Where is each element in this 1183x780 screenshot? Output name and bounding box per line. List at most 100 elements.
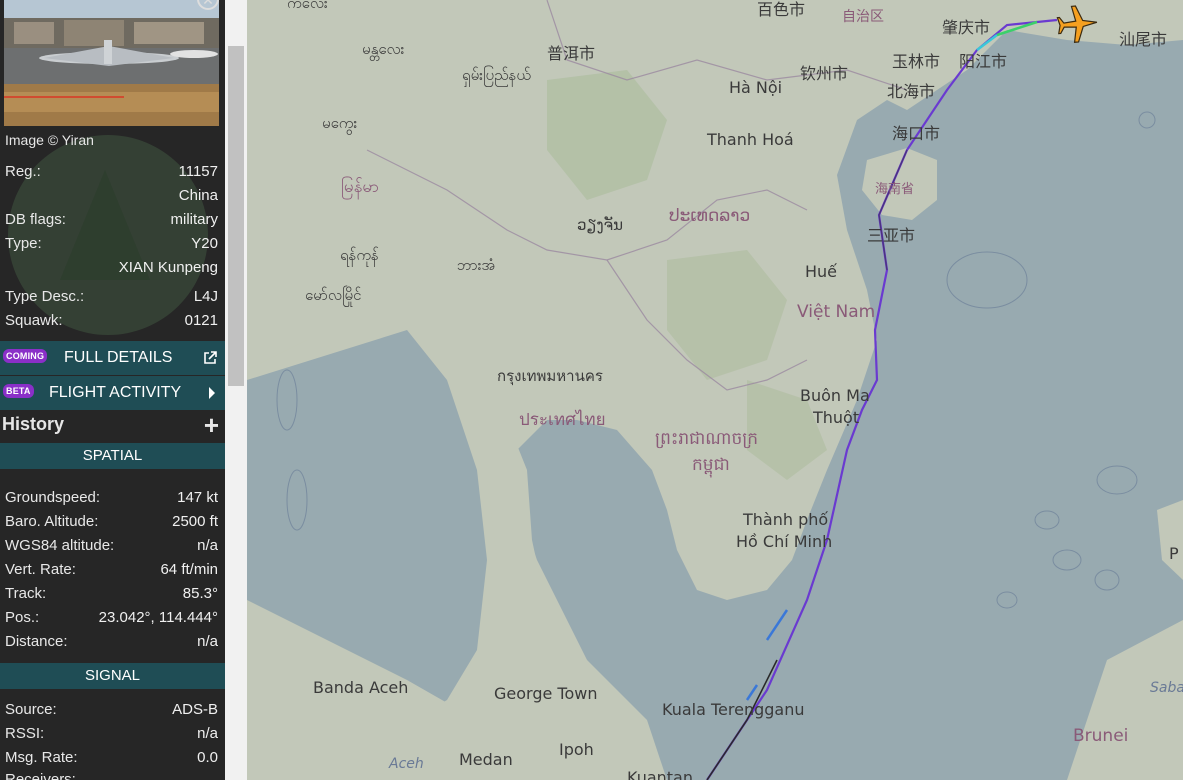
info-row-reg: Reg.: 11157 xyxy=(5,160,218,184)
signal-section-header[interactable]: SIGNAL xyxy=(0,663,225,689)
info-label: Type: xyxy=(5,235,42,252)
map-label-hpa-an: ဘားအံ xyxy=(457,256,496,274)
map-label-cambodia-1: ព្រះរាជាណាចក្រ xyxy=(655,429,759,449)
map-label-thanhhoa: Thanh Hoá xyxy=(707,130,794,149)
expand-plus-icon[interactable]: + xyxy=(204,410,219,441)
spatial-row-track: Track: 85.3° xyxy=(5,582,218,606)
map-label-yangon: ရန်ကုန် xyxy=(340,246,379,264)
info-label: Squawk: xyxy=(5,312,63,329)
map-label-haikou: 海口市 xyxy=(892,124,941,143)
map-label-sanya: 三亚市 xyxy=(867,226,916,245)
map-label-buonmathuot-2: Thuột xyxy=(813,408,860,427)
info-value: L4J xyxy=(193,288,218,305)
map-label-p: P xyxy=(1169,544,1179,563)
info-label: Type Desc.: xyxy=(5,288,85,305)
chevron-right-icon xyxy=(207,376,217,413)
map-label-buonmathuot-1: Buôn Ma xyxy=(800,386,870,405)
spatial-section-header[interactable]: SPATIAL xyxy=(0,443,225,469)
map-label-hcmc-2: Hồ Chí Minh xyxy=(736,532,833,551)
info-value: 0.0 xyxy=(197,749,218,766)
info-value: Y20 xyxy=(191,235,218,252)
info-label: Source: xyxy=(5,701,57,718)
map-label-ipoh: Ipoh xyxy=(559,740,594,759)
info-label: Msg. Rate: xyxy=(5,749,78,766)
map-label-shan: ရှမ်းပြည်နယ် xyxy=(462,66,531,84)
flight-activity-button[interactable]: BETA FLIGHT ACTIVITY xyxy=(0,376,225,410)
map-view[interactable]: 百色市 自治区 肇庆市 汕尾市 普洱市 玉林市 阳江市 钦州市 北海市 Hà N… xyxy=(247,0,1183,780)
map-label-mawlamyine: မော်လမြိုင် xyxy=(305,286,362,304)
flight-activity-label: FLIGHT ACTIVITY xyxy=(49,384,182,401)
info-row-country: China xyxy=(5,184,218,208)
map-canvas xyxy=(247,0,1183,780)
map-label-vientiane: ວຽງຈັນ xyxy=(577,216,623,234)
aircraft-plane-icon[interactable] xyxy=(1055,2,1099,46)
sidebar-scrollbar[interactable] xyxy=(225,0,247,780)
photo-credit: Image © Yiran xyxy=(5,132,94,148)
map-label-yangjiang: 阳江市 xyxy=(959,52,1008,71)
spatial-row-distance: Distance: n/a xyxy=(5,630,218,654)
map-label-myanmar: မြန်မာ xyxy=(341,177,380,197)
map-label-hainan: 海南省 xyxy=(875,182,915,197)
info-label: RSSI: xyxy=(5,725,45,742)
map-label-kuantan: Kuantan xyxy=(627,768,693,780)
info-value: China xyxy=(178,187,218,204)
signal-row-receivers: Receivers: xyxy=(5,768,218,780)
map-label-saba: Saba xyxy=(1150,680,1183,696)
info-row-type: Type: Y20 xyxy=(5,232,218,256)
map-label-brunei: Brunei xyxy=(1073,726,1129,746)
map-label-hue: Huế xyxy=(805,262,838,281)
map-label-kuala-terengganu: Kuala Terengganu xyxy=(662,700,805,719)
map-label-hanoi: Hà Nội xyxy=(729,78,783,97)
info-value: 147 kt xyxy=(177,489,218,506)
map-label-qinzhou: 钦州市 xyxy=(800,64,849,83)
info-label: Distance: xyxy=(5,633,68,650)
info-value: 11157 xyxy=(178,163,219,180)
history-title: History xyxy=(2,414,65,434)
info-value: 0121 xyxy=(184,312,218,329)
info-row-typedesc: Type Desc.: L4J xyxy=(5,285,218,309)
map-label-puer: 普洱市 xyxy=(547,44,596,63)
signal-row-rssi: RSSI: n/a xyxy=(5,722,218,746)
beta-badge: BETA xyxy=(3,384,34,398)
info-value: n/a xyxy=(197,725,218,742)
info-label: Vert. Rate: xyxy=(5,561,76,578)
coming-badge: COMING xyxy=(3,349,48,363)
info-label: Pos.: xyxy=(5,609,40,626)
map-label-shanwei: 汕尾市 xyxy=(1119,30,1168,49)
info-value: 64 ft/min xyxy=(160,561,218,578)
map-label-hcmc-1: Thành phố xyxy=(743,510,829,529)
info-label: DB flags: xyxy=(5,211,66,228)
map-label-laos: ປະເທດລາວ xyxy=(669,206,751,226)
info-row-typename: XIAN Kunpeng xyxy=(5,256,218,280)
map-label-cambodia-2: កម្ពុជា xyxy=(692,455,730,475)
signal-row-source: Source: ADS-B xyxy=(5,698,218,722)
map-label-zizhiqu: 自治区 xyxy=(842,9,884,25)
info-label: Receivers: xyxy=(5,771,76,780)
aircraft-photo[interactable] xyxy=(4,0,219,126)
signal-row-msg-rate: Msg. Rate: 0.0 xyxy=(5,746,218,770)
map-label-medan: Medan xyxy=(459,750,513,769)
map-label-aceh: Aceh xyxy=(389,756,424,772)
history-header[interactable]: History + xyxy=(0,410,225,442)
full-details-button[interactable]: COMING FULL DETAILS xyxy=(0,341,225,375)
map-label-thailand: ประเทศไทย xyxy=(519,410,606,430)
spatial-row-baro-altitude: Baro. Altitude: 2500 ft xyxy=(5,510,218,534)
spatial-row-wgs84-altitude: WGS84 altitude: n/a xyxy=(5,534,218,558)
info-value: military xyxy=(170,211,219,228)
info-label: Reg.: xyxy=(5,163,41,180)
aircraft-info-sidebar: ✕ Image © Yiran Reg.: 11157 China DB fla… xyxy=(0,0,225,780)
map-label-kale: ကလေး xyxy=(287,0,328,12)
info-label: Track: xyxy=(5,585,47,602)
info-value: n/a xyxy=(197,633,218,650)
spatial-row-vert-rate: Vert. Rate: 64 ft/min xyxy=(5,558,218,582)
map-label-vietnam: Việt Nam xyxy=(797,302,876,322)
map-label-magway: မကွေး xyxy=(322,114,358,132)
map-label-bangkok: กรุงเทพมหานคร xyxy=(497,367,603,385)
external-link-icon xyxy=(203,341,217,378)
scrollbar-thumb[interactable] xyxy=(228,46,244,386)
info-row-squawk: Squawk: 0121 xyxy=(5,309,218,333)
map-label-baise: 百色市 xyxy=(757,0,806,19)
info-label: Groundspeed: xyxy=(5,489,101,506)
info-value: ADS-B xyxy=(172,701,218,718)
map-label-beihai: 北海市 xyxy=(887,82,936,101)
